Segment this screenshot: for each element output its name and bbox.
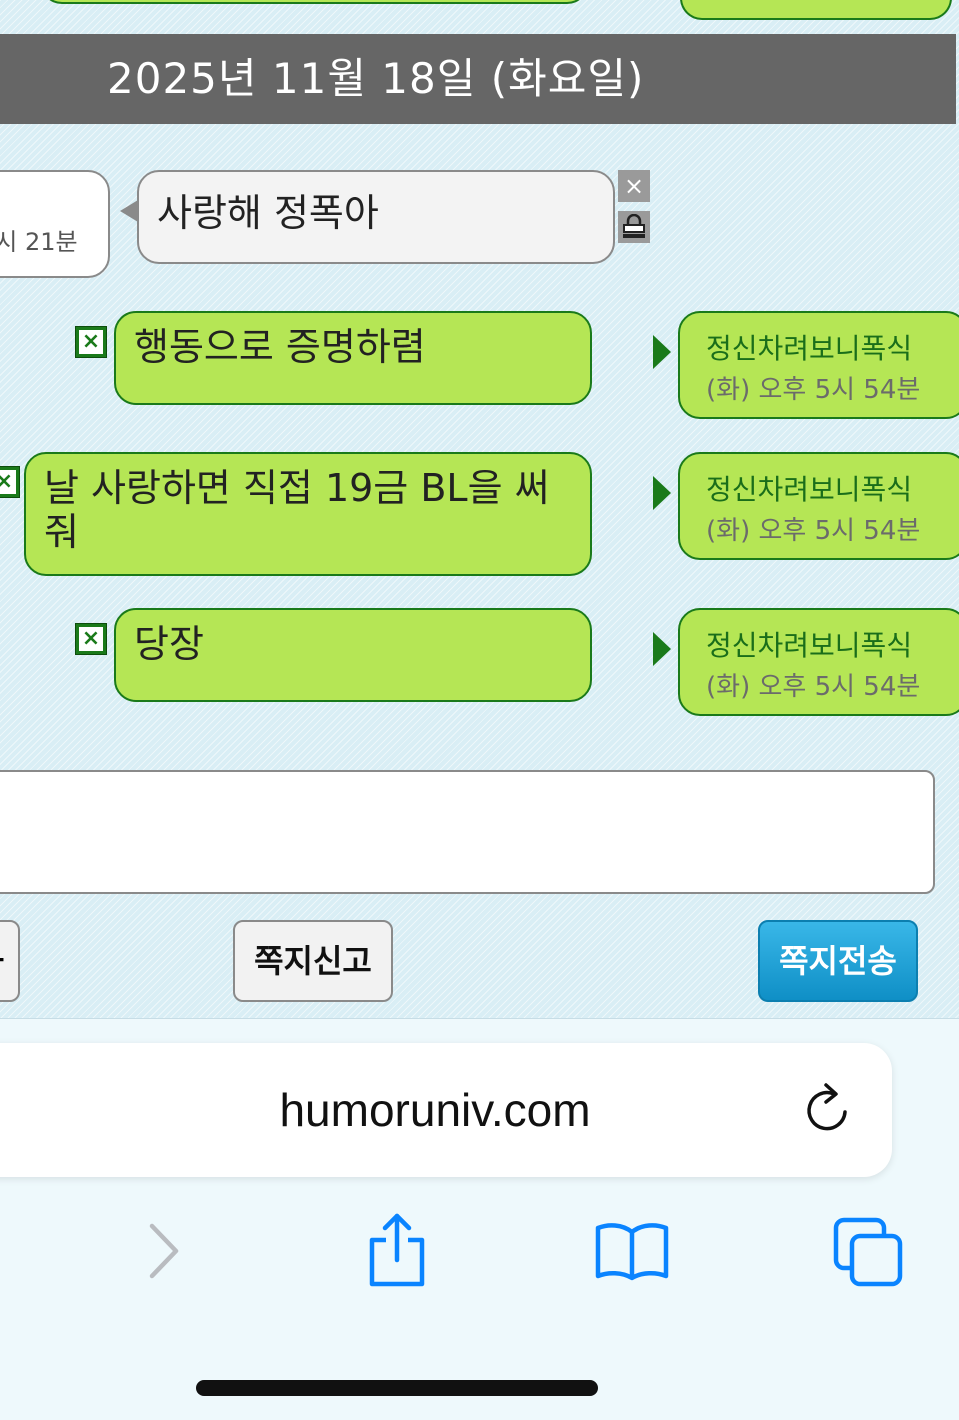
forward-icon[interactable] (146, 1222, 182, 1284)
report-button[interactable]: 쪽지신고 (233, 920, 393, 1002)
sent-meta-bubble: 정신차려보니폭식 (화) 오후 5시 54분 (678, 608, 959, 716)
sent-message-text: 행동으로 증명하렴 (134, 325, 426, 369)
previous-message-bubble (40, 0, 589, 4)
bookmarks-icon[interactable] (594, 1220, 670, 1286)
received-message-text: 사랑해 정폭아 (157, 191, 379, 235)
message-input[interactable] (0, 770, 935, 894)
delete-icon[interactable]: × (75, 623, 107, 655)
sent-time: (화) 오후 5시 54분 (706, 375, 921, 405)
sent-message-bubble: 당장 (114, 608, 592, 702)
received-delete-icon[interactable]: × (618, 170, 650, 202)
received-message-bubble: 사랑해 정폭아 (137, 170, 615, 264)
sent-time: (화) 오후 5시 54분 (706, 516, 921, 546)
delete-icon[interactable]: × (0, 466, 20, 498)
received-time: 3시 21분 (0, 228, 78, 256)
tabs-icon[interactable] (832, 1216, 906, 1292)
sender-name: 정신차려보니폭식 (706, 629, 913, 662)
date-header-label: 2025년 11월 18일 (화요일) (107, 54, 645, 103)
sent-meta-bubble: 정신차려보니폭식 (화) 오후 5시 54분 (678, 311, 959, 419)
previous-meta-bubble (680, 0, 952, 20)
sent-message-bubble: 날 사랑하면 직접 19금 BL을 써줘 (24, 452, 592, 576)
lock-icon[interactable] (618, 211, 650, 243)
sender-name: 정신차려보니폭식 (706, 332, 913, 365)
sent-time: (화) 오후 5시 54분 (706, 672, 921, 702)
url-text[interactable]: humoruniv.com (0, 1083, 870, 1137)
sender-name: 정신차려보니폭식 (706, 473, 913, 506)
delete-icon[interactable]: × (75, 326, 107, 358)
sent-meta-bubble: 정신차려보니폭식 (화) 오후 5시 54분 (678, 452, 959, 560)
received-bubble-pointer (120, 200, 138, 222)
chat-area: 2025년 11월 18일 (화요일) 3시 21분 사랑해 정폭아 × × 행… (0, 0, 959, 1019)
share-icon[interactable] (366, 1212, 428, 1292)
sent-arrow-icon (653, 476, 671, 510)
sent-message-bubble: 행동으로 증명하렴 (114, 311, 592, 405)
home-indicator (196, 1380, 598, 1396)
reload-icon[interactable] (804, 1082, 850, 1138)
send-button[interactable]: 쪽지전송 (758, 920, 918, 1002)
date-header: 2025년 11월 18일 (화요일) (0, 34, 956, 124)
sent-arrow-icon (653, 632, 671, 666)
sent-message-text: 날 사랑하면 직접 19금 BL을 써줘 (44, 466, 550, 554)
left-button[interactable]: ㅡ (0, 920, 20, 1002)
sent-arrow-icon (653, 335, 671, 369)
sent-message-text: 당장 (134, 622, 204, 666)
